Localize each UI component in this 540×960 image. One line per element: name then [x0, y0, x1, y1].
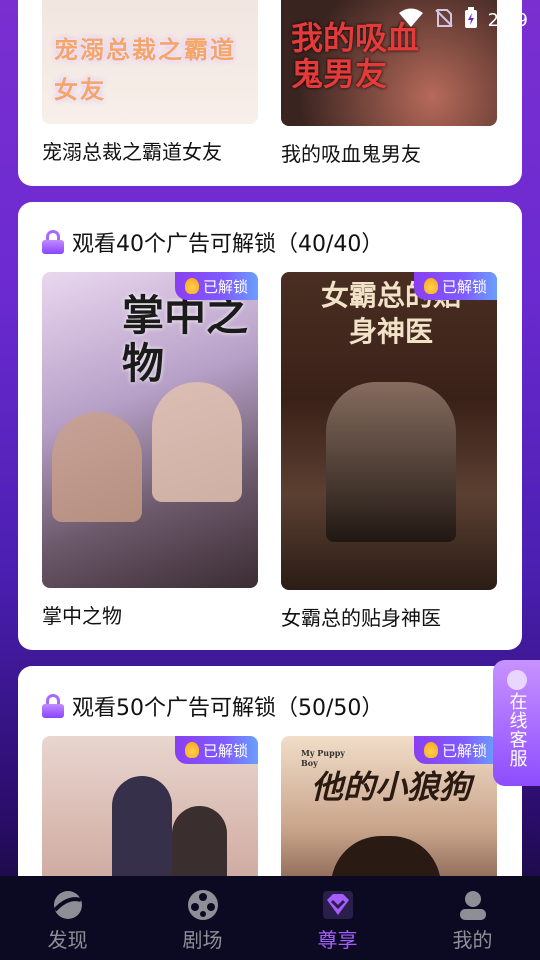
unlocked-badge: 已解锁: [174, 272, 258, 300]
flame-icon: [423, 278, 438, 294]
poster-figure: [52, 412, 142, 522]
battery-icon: [464, 7, 478, 34]
vip-diamond-icon: [321, 888, 355, 922]
tab-theater[interactable]: 剧场: [135, 876, 270, 960]
poster-title-art: 宠溺总裁之霸道女友: [54, 35, 236, 104]
online-service-button[interactable]: 在线客服: [493, 660, 540, 786]
flame-icon: [184, 278, 199, 294]
section-heading: 观看40个广告可解锁（40/40）: [42, 226, 383, 258]
poster-zhangzhongzhiwu[interactable]: 掌中之物 已解锁: [42, 272, 258, 588]
bottom-tab-bar: 发现 剧场 尊享 我的: [0, 876, 540, 960]
series-title[interactable]: 我的吸血鬼男友: [281, 138, 421, 167]
section-heading-text: 观看40个广告可解锁（40/40）: [72, 232, 384, 257]
unlock-section-40: 观看40个广告可解锁（40/40） 掌中之物 已解锁 女霸总的贴身神医 已解锁 …: [18, 202, 522, 650]
film-reel-icon: [186, 888, 220, 922]
wifi-icon: [398, 8, 424, 33]
clock: 2:39: [487, 10, 528, 31]
status-bar: 2:39: [0, 0, 540, 36]
series-title[interactable]: 宠溺总裁之霸道女友: [42, 136, 222, 165]
poster-figure: [326, 382, 456, 542]
series-title[interactable]: 女霸总的贴身神医: [281, 602, 441, 631]
discover-icon: [51, 888, 85, 922]
tab-vip[interactable]: 尊享: [270, 876, 405, 960]
poster-title-art: 掌中之物: [122, 291, 249, 388]
poster-nvbazong[interactable]: 女霸总的贴身神医 已解锁: [281, 272, 497, 590]
flame-icon: [184, 742, 199, 758]
poster-figure: [152, 382, 242, 502]
profile-icon: [456, 888, 490, 922]
unlocked-badge: 已解锁: [174, 736, 258, 764]
tab-discover[interactable]: 发现: [0, 876, 135, 960]
section-heading-text: 观看50个广告可解锁（50/50）: [72, 696, 384, 721]
section-heading: 观看50个广告可解锁（50/50）: [42, 690, 383, 722]
online-service-label: 在线客服: [506, 692, 528, 768]
sim-off-icon: [434, 8, 454, 33]
service-avatar-icon: [506, 670, 527, 690]
unlocked-badge: 已解锁: [413, 272, 497, 300]
series-title[interactable]: 掌中之物: [42, 600, 122, 629]
lock-icon: [42, 694, 64, 718]
tab-mine[interactable]: 我的: [405, 876, 540, 960]
unlocked-badge: 已解锁: [413, 736, 497, 764]
flame-icon: [423, 742, 438, 758]
poster-title-art: 他的小狼狗: [311, 768, 472, 806]
lock-icon: [42, 230, 64, 254]
